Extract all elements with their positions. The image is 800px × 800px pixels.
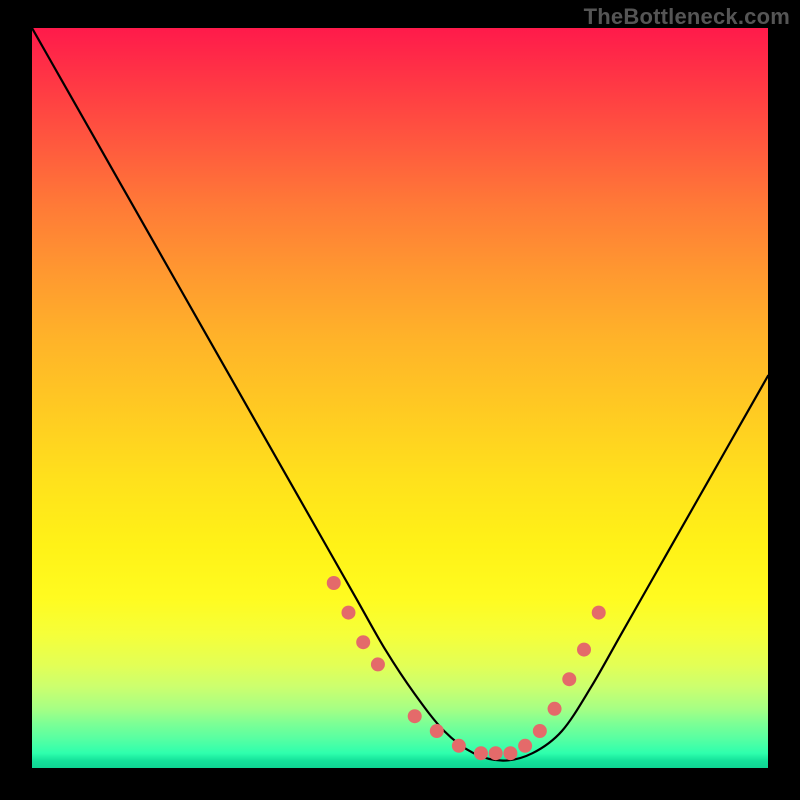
curve-marker — [533, 724, 547, 738]
curve-marker — [548, 702, 562, 716]
curve-marker — [503, 746, 517, 760]
curve-marker — [474, 746, 488, 760]
chart-frame: TheBottleneck.com — [0, 0, 800, 800]
curve-marker — [408, 709, 422, 723]
bottleneck-curve — [32, 28, 768, 761]
curve-marker — [577, 643, 591, 657]
watermark-text: TheBottleneck.com — [584, 4, 790, 30]
curve-marker — [430, 724, 444, 738]
curve-marker — [452, 739, 466, 753]
curve-marker — [489, 746, 503, 760]
plot-area — [32, 28, 768, 768]
curve-marker — [327, 576, 341, 590]
curve-layer — [32, 28, 768, 768]
curve-marker — [356, 635, 370, 649]
curve-marker — [371, 657, 385, 671]
curve-markers — [327, 576, 606, 760]
curve-marker — [592, 606, 606, 620]
curve-marker — [562, 672, 576, 686]
curve-marker — [341, 606, 355, 620]
curve-marker — [518, 739, 532, 753]
